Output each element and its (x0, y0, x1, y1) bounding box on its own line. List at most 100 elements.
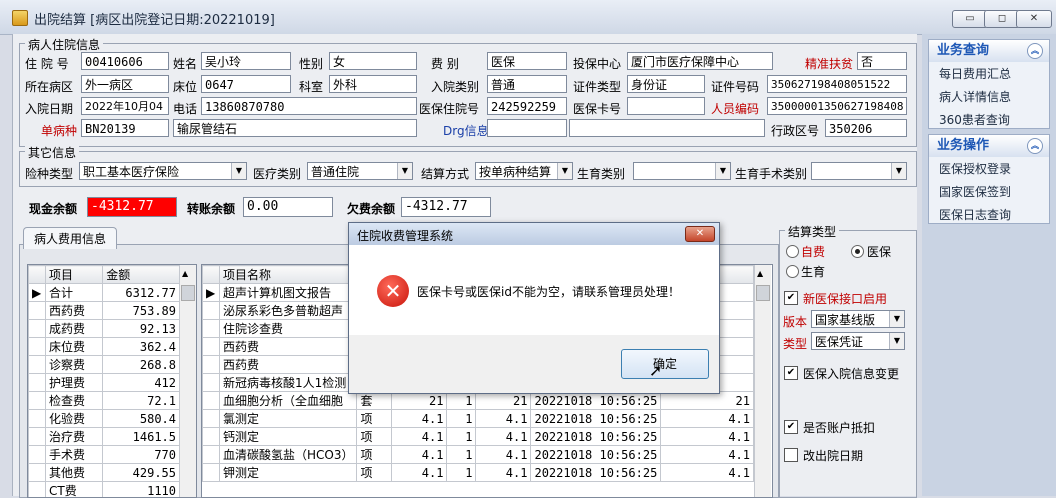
ins-type-select[interactable]: 职工基本医疗保险▼ (79, 162, 247, 180)
id-no-field[interactable]: 350627198408051522 (767, 75, 907, 93)
table-row[interactable]: 西药费753.89 (29, 302, 180, 320)
sidebar-item-patient-detail[interactable]: 病人详情信息 (929, 85, 1049, 108)
amount-cell: 4.1 (476, 410, 531, 428)
row-indicator (203, 374, 220, 392)
table-row[interactable]: 钙测定项4.114.120221018 10:56:254.1 (203, 428, 754, 446)
version-select[interactable]: 国家基线版▼ (811, 310, 905, 328)
query-panel-title: 业务查询 (937, 43, 989, 58)
item-cell: 合计 (46, 284, 103, 302)
price-cell: 4.1 (392, 446, 447, 464)
person-code-field[interactable]: 35000001350627198408 (767, 97, 907, 115)
scroll-thumb[interactable] (756, 285, 770, 301)
change-discharge-checkbox[interactable] (784, 448, 798, 462)
fee-type-label: 费 别 (431, 55, 459, 72)
dropdown-arrow-icon: ▼ (889, 311, 904, 327)
summary-scrollbar[interactable]: ▲ (179, 265, 196, 497)
bed-field[interactable]: 0647 (201, 75, 291, 93)
sidebar-item-daily-fee[interactable]: 每日费用汇总 (929, 62, 1049, 85)
id-type-field[interactable]: 身份证 (627, 75, 705, 93)
drg-field-1[interactable] (487, 119, 567, 137)
name-cell: 泌尿系彩色多普勒超声 (220, 302, 357, 320)
region-field[interactable]: 350206 (825, 119, 907, 137)
table-row[interactable]: 诊察费268.8 (29, 356, 180, 374)
qty-cell: 1 (447, 446, 476, 464)
scroll-thumb[interactable] (181, 285, 195, 301)
table-row[interactable]: 护理费412 (29, 374, 180, 392)
title-bar: 出院结算 [病区出院登记日期:20221019] ▭ ◻ ✕ (0, 0, 1056, 35)
phone-field[interactable]: 13860870780 (201, 97, 417, 115)
sex-field[interactable]: 女 (329, 52, 417, 70)
name-cell: 西药费 (220, 356, 357, 374)
restore-button[interactable]: ◻ (984, 10, 1020, 28)
table-row[interactable]: 治疗费1461.5 (29, 428, 180, 446)
amount-cell: 4.1 (476, 464, 531, 482)
ok-button[interactable]: 确定 (621, 349, 709, 379)
row-indicator: ▶ (29, 284, 46, 302)
hosp-no-field[interactable]: 00410606 (81, 52, 169, 70)
dropdown-arrow-icon: ▼ (397, 163, 412, 179)
fee-type-field[interactable]: 医保 (487, 52, 567, 70)
sidebar-item-ins-log-query[interactable]: 医保日志查询 (929, 203, 1049, 226)
ins-card-field[interactable] (627, 97, 705, 115)
table-row[interactable]: 检查费72.1 (29, 392, 180, 410)
col-name-header: 项目名称 (220, 266, 357, 284)
table-row[interactable]: 床位费362.4 (29, 338, 180, 356)
ward-label: 所在病区 (25, 78, 73, 95)
ins-hosp-no-field[interactable]: 242592259 (487, 97, 567, 115)
ops-panel-header[interactable]: 业务操作 ︽ (929, 135, 1049, 157)
scroll-up-icon[interactable]: ▲ (757, 269, 763, 278)
disease-name-field[interactable]: 输尿管结石 (173, 119, 417, 137)
poverty-field[interactable]: 否 (857, 52, 907, 70)
collapse-icon[interactable]: ︽ (1027, 43, 1043, 59)
radio-self-pay[interactable] (786, 245, 799, 258)
ward-field[interactable]: 外一病区 (81, 75, 169, 93)
sidebar-item-ins-auth-login[interactable]: 医保授权登录 (929, 157, 1049, 180)
col-amount-header: 金额 (103, 266, 180, 284)
dept-field[interactable]: 外科 (329, 75, 417, 93)
sidebar-item-360-query[interactable]: 360患者查询 (929, 108, 1049, 131)
birth-type-select[interactable]: ▼ (633, 162, 731, 180)
type-select[interactable]: 医保凭证▼ (811, 332, 905, 350)
table-row[interactable]: 其他费429.55 (29, 464, 180, 482)
med-type-select[interactable]: 普通住院▼ (307, 162, 413, 180)
collapse-icon[interactable]: ︽ (1027, 138, 1043, 154)
table-row[interactable]: 成药费92.13 (29, 320, 180, 338)
table-row[interactable]: 氯测定项4.114.120221018 10:56:254.1 (203, 410, 754, 428)
patient-info-legend: 病人住院信息 (25, 36, 103, 53)
price-cell: 4.1 (392, 428, 447, 446)
tab-fee-info[interactable]: 病人费用信息 (23, 227, 117, 249)
table-row[interactable]: 化验费580.4 (29, 410, 180, 428)
radio-maternity[interactable] (786, 265, 799, 278)
admit-change-checkbox[interactable]: ✔ (784, 366, 798, 380)
table-row[interactable]: 手术费770 (29, 446, 180, 464)
maternity-label: 生育 (801, 263, 825, 280)
row-indicator (203, 338, 220, 356)
query-panel-header[interactable]: 业务查询 ︽ (929, 40, 1049, 62)
disease-code-field[interactable]: BN20139 (81, 119, 169, 137)
table-row[interactable]: 血清碳酸氢盐（HCO3）项4.114.120221018 10:56:254.1 (203, 446, 754, 464)
name-field[interactable]: 吴小玲 (201, 52, 291, 70)
detail-scrollbar[interactable]: ▲ (754, 265, 771, 497)
new-interface-checkbox[interactable]: ✔ (784, 291, 798, 305)
account-deduct-checkbox[interactable]: ✔ (784, 420, 798, 434)
table-row[interactable]: 血细胞分析（全血细胞套2112120221018 10:56:2521 (203, 392, 754, 410)
drg-label: Drg信息 (443, 122, 489, 139)
sidebar-item-ins-sign-in[interactable]: 国家医保签到 (929, 180, 1049, 203)
amount-cell: 6312.77 (103, 284, 180, 302)
admit-type-field[interactable]: 普通 (487, 75, 567, 93)
settle-way-select[interactable]: 按单病种结算▼ (475, 162, 573, 180)
minimize-button[interactable]: ▭ (952, 10, 988, 28)
acct-cell: 4.1 (661, 464, 754, 482)
insure-center-field[interactable]: 厦门市医疗保障中心 (627, 52, 773, 70)
dialog-close-button[interactable]: ✕ (685, 226, 715, 242)
name-cell: 氯测定 (220, 410, 357, 428)
birth-op-select[interactable]: ▼ (811, 162, 907, 180)
table-row[interactable]: ▶合计6312.77 (29, 284, 180, 302)
scroll-up-icon[interactable]: ▲ (182, 269, 188, 278)
radio-insurance[interactable] (851, 245, 864, 258)
drg-field-2[interactable] (569, 119, 765, 137)
close-button[interactable]: ✕ (1016, 10, 1052, 28)
admit-date-field[interactable]: 2022年10月04 (81, 97, 169, 115)
table-row[interactable]: 钾测定项4.114.120221018 10:56:254.1 (203, 464, 754, 482)
row-indicator (203, 320, 220, 338)
